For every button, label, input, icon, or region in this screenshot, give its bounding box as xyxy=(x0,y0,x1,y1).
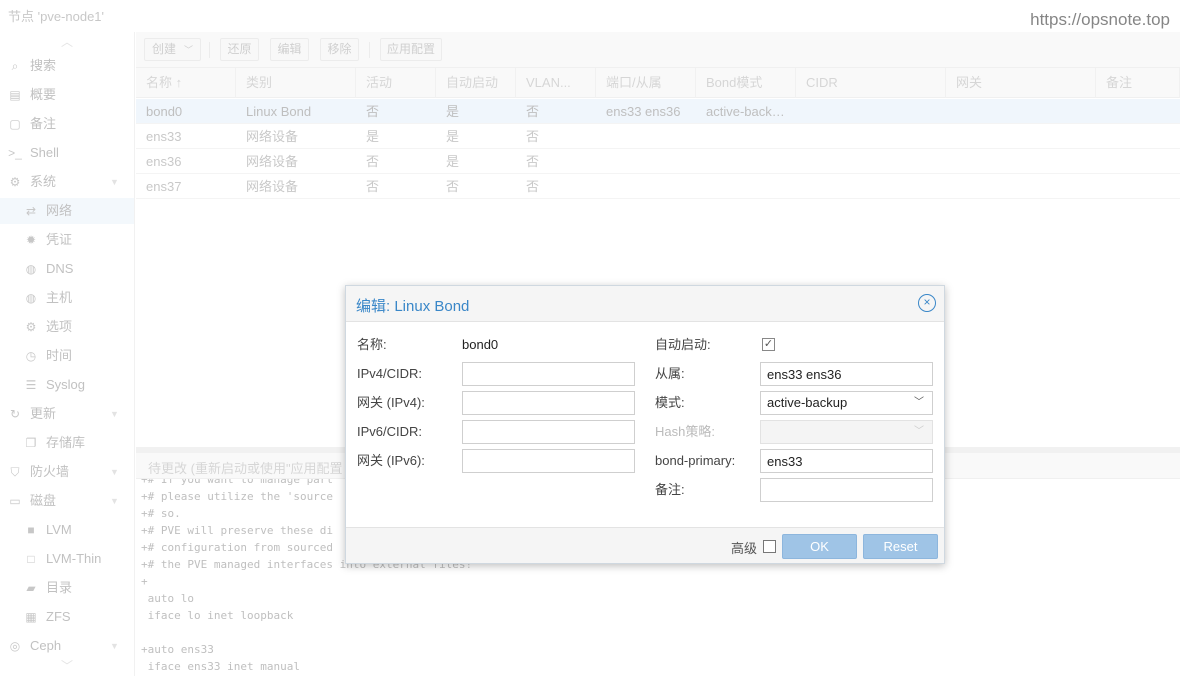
bond-primary-label: bond-primary: xyxy=(655,453,736,468)
name-value: bond0 xyxy=(462,337,499,352)
slaves-label: 从属: xyxy=(655,366,685,381)
dialog-title: 编辑: Linux Bond xyxy=(356,298,470,315)
name-label: 名称: xyxy=(357,337,387,352)
autostart-label: 自动启动: xyxy=(655,337,711,352)
mode-label: 模式: xyxy=(655,395,685,410)
gateway-ipv6-input[interactable] xyxy=(462,449,635,473)
gateway-ipv4-label: 网关 (IPv4): xyxy=(357,395,425,410)
ipv6-cidr-input[interactable] xyxy=(462,420,635,444)
reset-button[interactable]: Reset xyxy=(863,534,938,559)
hash-policy-select[interactable]: ﹀ xyxy=(760,420,933,444)
edit-linux-bond-dialog: 编辑: Linux Bond × 名称: bond0 IPv4/CIDR: 网关… xyxy=(345,285,945,564)
dialog-footer: 高级 OK Reset xyxy=(346,527,944,563)
hash-policy-label: Hash策略: xyxy=(655,424,715,439)
mode-select[interactable]: active-backup ﹀ xyxy=(760,391,933,415)
slaves-input[interactable] xyxy=(760,362,933,386)
chevron-down-icon: ﹀ xyxy=(914,397,924,408)
close-icon[interactable]: × xyxy=(918,294,936,312)
chevron-down-icon: ﹀ xyxy=(914,426,924,437)
ok-button[interactable]: OK xyxy=(782,534,857,559)
dialog-header: 编辑: Linux Bond × xyxy=(346,286,944,322)
ipv4-cidr-input[interactable] xyxy=(462,362,635,386)
autostart-checkbox[interactable]: ✓ xyxy=(762,338,775,351)
comment-input[interactable] xyxy=(760,478,933,502)
gateway-ipv6-label: 网关 (IPv6): xyxy=(357,453,425,468)
ipv4-label: IPv4/CIDR: xyxy=(357,366,423,381)
ipv6-label: IPv6/CIDR: xyxy=(357,424,423,439)
comment-label: 备注: xyxy=(655,482,685,497)
advanced-label: 高级 xyxy=(731,541,758,556)
gateway-ipv4-input[interactable] xyxy=(462,391,635,415)
advanced-checkbox[interactable] xyxy=(763,540,776,553)
mode-select-value: active-backup xyxy=(767,395,848,410)
bond-primary-input[interactable] xyxy=(760,449,933,473)
